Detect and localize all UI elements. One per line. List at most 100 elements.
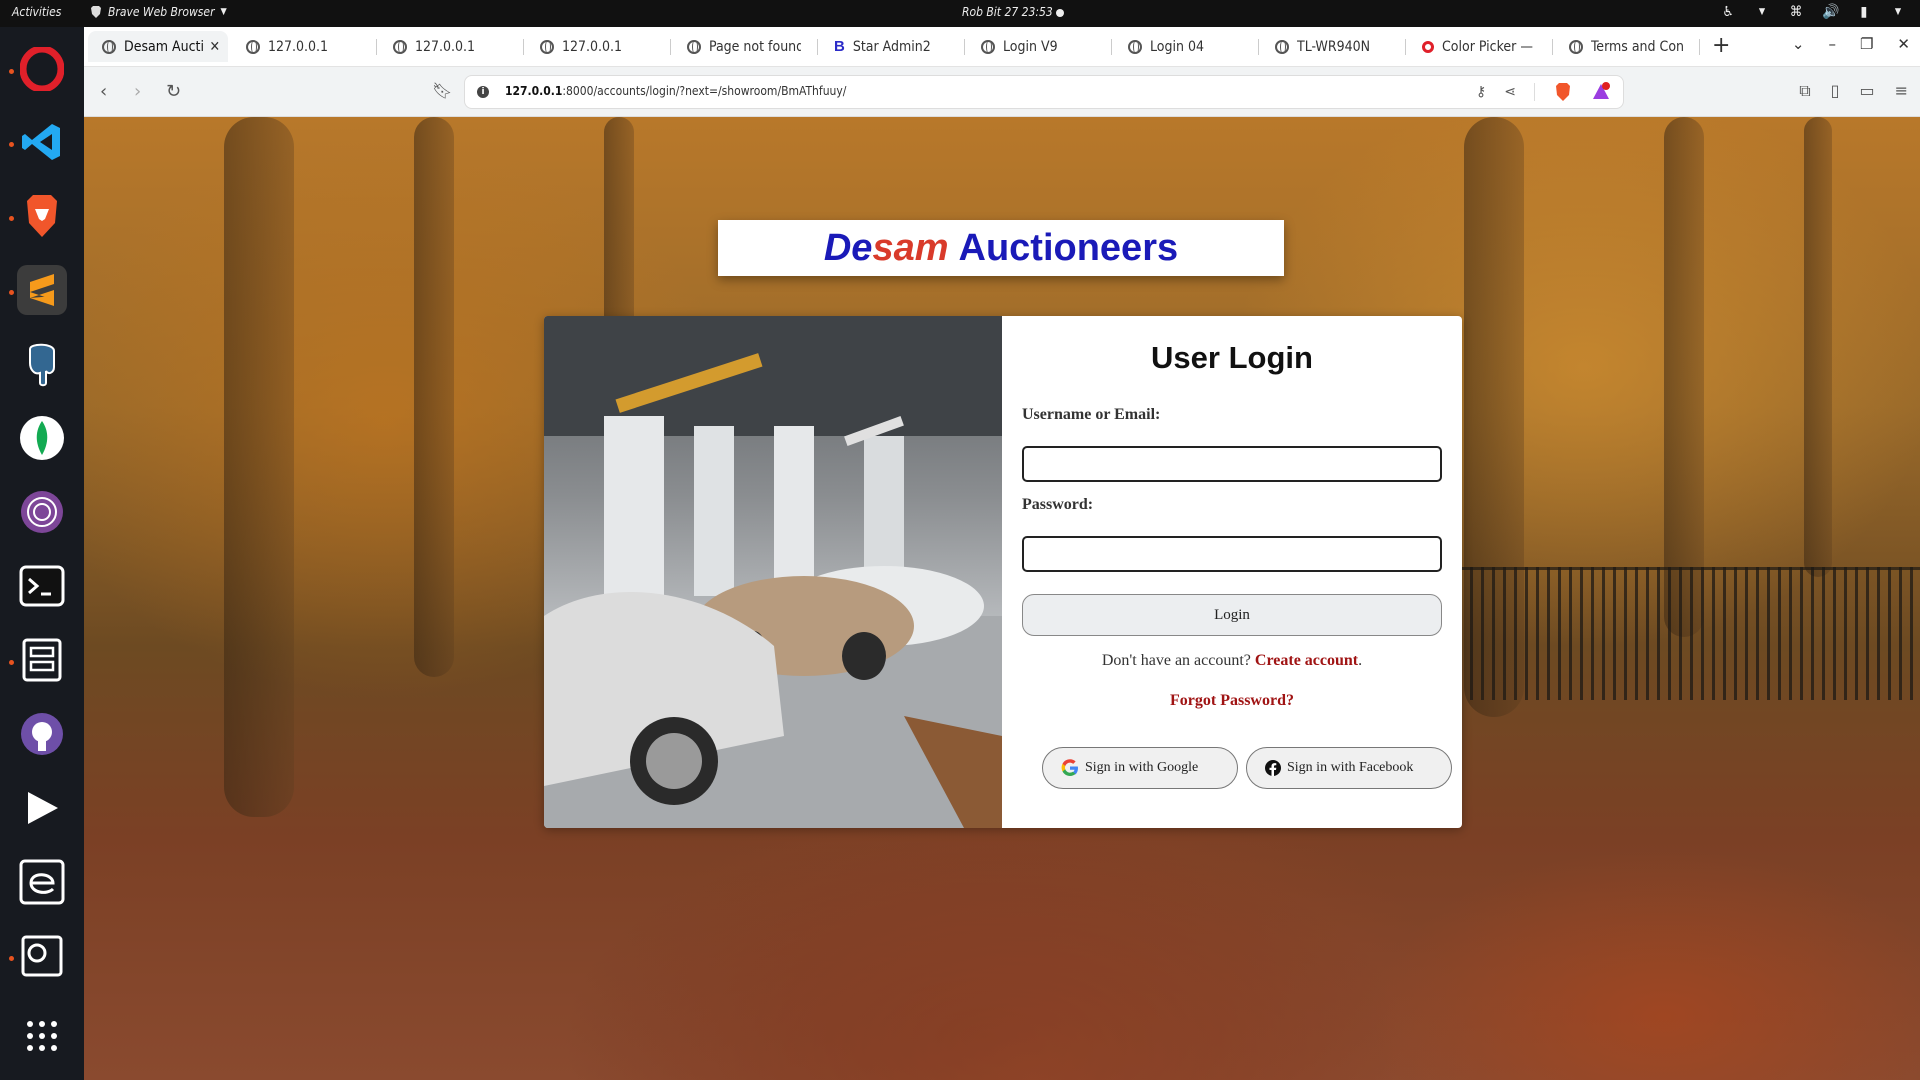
globe-icon <box>1128 39 1142 54</box>
browser-window: Desam Aucti ✕ 127.0.0.1 127.0.0.1 127.0.… <box>84 27 1920 1080</box>
wallet-icon[interactable]: ▭ <box>1859 81 1874 101</box>
globe-icon <box>246 39 260 54</box>
chevron-down-icon[interactable]: ▼ <box>1754 4 1770 20</box>
facebook-signin-button[interactable]: Sign in with Facebook <box>1246 747 1452 789</box>
create-account-link[interactable]: Create account <box>1255 652 1358 669</box>
tab-tl-wr940n[interactable]: TL-WR940N <box>1261 31 1401 62</box>
google-signin-button[interactable]: Sign in with Google <box>1042 747 1238 789</box>
showroom-image <box>544 316 1002 828</box>
running-indicator <box>9 660 14 665</box>
forgot-password-row: Forgot Password? <box>1002 692 1462 710</box>
mongodb-launcher[interactable] <box>17 413 67 463</box>
login-card: User Login Username or Email: Password: … <box>544 316 1462 828</box>
forward-icon[interactable]: › <box>134 81 141 102</box>
files-launcher[interactable] <box>17 635 67 685</box>
app-menu-label: Brave Web Browser <box>108 5 215 19</box>
extensions-icon[interactable]: ⧉ <box>1799 81 1810 101</box>
editor-launcher[interactable] <box>17 857 67 907</box>
forgot-password-link[interactable]: Forgot Password? <box>1170 692 1294 709</box>
chevron-down-icon[interactable]: ▼ <box>1890 4 1906 20</box>
clock[interactable]: Rob Bit 27 23:53 <box>962 5 1053 19</box>
address-bar[interactable]: i 127.0.0.1:8000/accounts/login/?next=/s… <box>464 75 1624 109</box>
password-input[interactable] <box>1022 536 1442 572</box>
sublime-launcher[interactable] <box>17 265 67 315</box>
network-icon[interactable]: ⌘ <box>1788 4 1804 20</box>
username-input[interactable] <box>1022 446 1442 482</box>
login-button[interactable]: Login <box>1022 594 1442 636</box>
battery-icon[interactable]: ▮ <box>1856 4 1872 20</box>
bookmark-icon[interactable]: 🔖︎ <box>432 81 452 100</box>
brave-shields-icon[interactable] <box>1553 82 1573 102</box>
tab-color-picker[interactable]: Color Picker — H <box>1408 31 1548 62</box>
reload-icon[interactable]: ↻ <box>166 81 181 102</box>
app-menu[interactable]: Brave Web Browser ▼ <box>90 5 227 19</box>
terminal-launcher[interactable] <box>17 561 67 611</box>
show-apps-button[interactable] <box>17 1011 67 1061</box>
tab-separator <box>523 39 524 55</box>
tree-trunk <box>224 117 294 817</box>
tab-label: Login V9 <box>1003 38 1058 55</box>
brand-header: De sam Auctioneers <box>718 220 1284 276</box>
tab-label: Color Picker — H <box>1442 38 1534 55</box>
password-label: Password: <box>1022 496 1094 513</box>
url-text[interactable]: 127.0.0.1:8000/accounts/login/?next=/sho… <box>505 84 846 98</box>
showroom-cars-illustration <box>544 316 1002 828</box>
opera-launcher[interactable] <box>17 44 67 94</box>
new-tab-button[interactable]: + <box>1712 33 1730 58</box>
github-icon <box>21 713 63 755</box>
media-player-launcher[interactable] <box>17 783 67 833</box>
tab-search-chevron-icon[interactable]: ⌄ <box>1792 35 1805 53</box>
system-top-bar: Activities Brave Web Browser ▼ Rob Bit 2… <box>0 0 1920 27</box>
terminal-icon <box>19 565 65 607</box>
url-host: 127.0.0.1 <box>505 84 563 98</box>
tab-127-2[interactable]: 127.0.0.1 <box>379 31 519 62</box>
maximize-icon[interactable]: ❐ <box>1860 35 1873 53</box>
sidebar-icon[interactable]: ▯ <box>1831 81 1840 101</box>
office-launcher[interactable] <box>17 931 67 981</box>
site-info-icon[interactable]: i <box>477 86 489 98</box>
tab-login-04[interactable]: Login 04 <box>1114 31 1254 62</box>
brave-launcher[interactable] <box>17 191 67 241</box>
minimize-icon[interactable]: – <box>1828 35 1836 53</box>
dock <box>0 27 84 1080</box>
signup-suffix: . <box>1358 652 1363 669</box>
tab-star-admin[interactable]: B Star Admin2 <box>820 31 960 62</box>
brave-lion-icon <box>91 6 101 18</box>
tab-terms[interactable]: Terms and Cond <box>1555 31 1695 62</box>
tab-desam[interactable]: Desam Aucti ✕ <box>88 31 228 62</box>
vscode-launcher[interactable] <box>17 117 67 167</box>
accessibility-icon[interactable]: ♿ <box>1720 4 1736 20</box>
brand-part-de: De <box>823 226 873 269</box>
brand-part-auctioneers: Auctioneers <box>958 226 1179 269</box>
close-icon[interactable]: ✕ <box>209 39 220 55</box>
volume-icon[interactable]: 🔊 <box>1822 4 1839 20</box>
back-icon[interactable]: ‹ <box>100 81 107 102</box>
share-icon[interactable]: ⋖ <box>1504 84 1516 100</box>
tab-login-v9[interactable]: Login V9 <box>967 31 1107 62</box>
postgresql-elephant-icon <box>29 343 55 387</box>
tab-127-1[interactable]: 127.0.0.1 <box>232 31 372 62</box>
tor-launcher[interactable] <box>17 487 67 537</box>
google-icon <box>1061 759 1078 776</box>
brave-rewards-icon[interactable] <box>1591 82 1611 102</box>
running-indicator <box>9 290 14 295</box>
key-icon[interactable]: ⚷ <box>1476 84 1486 100</box>
activities-button[interactable]: Activities <box>12 5 61 19</box>
tab-page-not-found[interactable]: Page not found <box>673 31 813 62</box>
signup-prompt: Don't have an account? Create account. <box>1002 652 1462 670</box>
globe-icon <box>1275 39 1289 54</box>
tab-label: 127.0.0.1 <box>268 38 329 55</box>
system-tray: ♿ ▼ ⌘ 🔊 ▮ ▼ <box>1720 4 1906 20</box>
sublime-text-icon <box>30 274 54 306</box>
github-launcher[interactable] <box>17 709 67 759</box>
tab-127-3[interactable]: 127.0.0.1 <box>526 31 666 62</box>
facebook-button-label: Sign in with Facebook <box>1287 760 1414 775</box>
postgresql-launcher[interactable] <box>17 339 67 389</box>
login-form: User Login Username or Email: Password: … <box>1002 316 1462 828</box>
close-window-icon[interactable]: ✕ <box>1897 35 1910 53</box>
globe-icon <box>1569 39 1583 54</box>
facebook-icon <box>1265 760 1281 776</box>
tab-separator <box>1552 39 1553 55</box>
menu-icon[interactable]: ≡ <box>1895 81 1908 101</box>
globe-icon <box>981 39 995 54</box>
